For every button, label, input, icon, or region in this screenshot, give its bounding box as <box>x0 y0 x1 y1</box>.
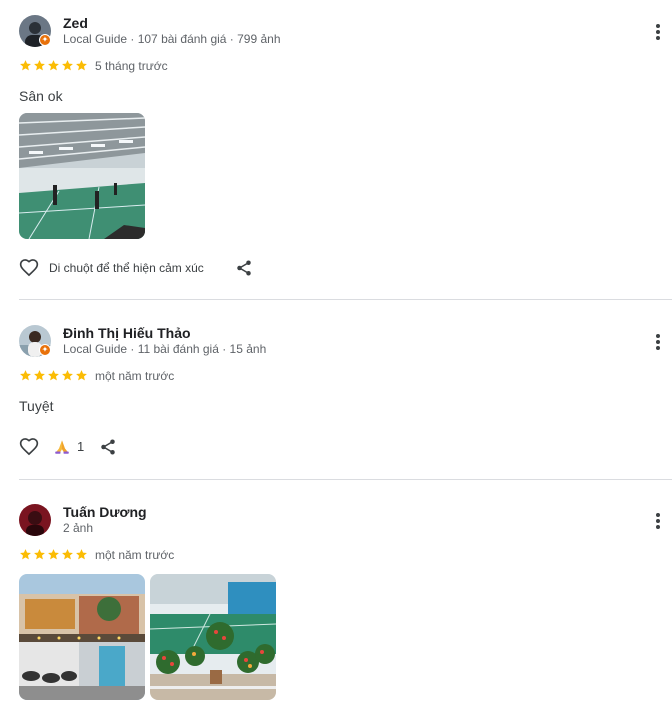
review-photo[interactable] <box>150 574 276 700</box>
share-button[interactable] <box>235 259 253 277</box>
star-icon <box>76 60 87 71</box>
review-time: một năm trước <box>95 369 175 383</box>
reaction-count: 1 <box>77 439 85 454</box>
reviewer-name[interactable]: Đinh Thị Hiếu Thảo <box>63 325 191 341</box>
star-icon <box>34 549 45 560</box>
like-button[interactable] <box>19 437 39 457</box>
star-rating <box>19 59 88 73</box>
review-text: Tuyệt <box>19 398 54 414</box>
like-button[interactable] <box>19 258 39 278</box>
more-options-button[interactable] <box>650 511 666 531</box>
more-options-button[interactable] <box>650 332 666 352</box>
star-icon <box>20 549 31 560</box>
star-icon <box>62 60 73 71</box>
more-options-button[interactable] <box>650 22 666 42</box>
praying-hands-icon <box>55 440 69 454</box>
reviewer-meta: Local Guide · 11 bài đánh giá · 15 ảnh <box>63 342 267 356</box>
reviewer-name[interactable]: Tuấn Dương <box>63 504 147 520</box>
star-icon <box>34 60 45 71</box>
review-photo[interactable] <box>19 574 145 700</box>
star-icon <box>76 549 87 560</box>
star-icon <box>20 370 31 381</box>
heart-outline-icon <box>19 438 39 456</box>
local-guide-badge-icon: ✦ <box>39 344 51 356</box>
reviewer-name[interactable]: Zed <box>63 15 88 31</box>
star-icon <box>62 370 73 381</box>
review-card: ✦ Zed Local Guide · 107 bài đánh giá · 7… <box>0 0 672 300</box>
star-icon <box>48 370 59 381</box>
share-button[interactable] <box>99 438 117 456</box>
reaction-chip[interactable]: 1 <box>53 438 87 456</box>
avatar[interactable] <box>19 504 51 536</box>
star-rating <box>19 548 88 562</box>
star-icon <box>34 370 45 381</box>
star-rating <box>19 369 88 383</box>
review-text: Sân ok <box>19 88 63 104</box>
review-photo[interactable] <box>19 113 145 239</box>
star-icon <box>48 60 59 71</box>
star-icon <box>48 549 59 560</box>
heart-outline-icon <box>19 259 39 277</box>
star-icon <box>62 549 73 560</box>
share-icon <box>237 260 251 276</box>
local-guide-badge-icon: ✦ <box>39 34 51 46</box>
reviewer-meta: Local Guide · 107 bài đánh giá · 799 ảnh <box>63 32 281 46</box>
star-icon <box>20 60 31 71</box>
reaction-hint: Di chuột để thể hiện cảm xúc <box>49 261 204 275</box>
review-card: Tuấn Dương 2 ảnh một năm trước <box>0 480 672 711</box>
review-time: một năm trước <box>95 548 175 562</box>
share-icon <box>101 439 115 455</box>
star-icon <box>76 370 87 381</box>
review-card: ✦ Đinh Thị Hiếu Thảo Local Guide · 11 bà… <box>0 300 672 480</box>
review-time: 5 tháng trước <box>95 59 168 73</box>
reviewer-meta: 2 ảnh <box>63 521 94 535</box>
